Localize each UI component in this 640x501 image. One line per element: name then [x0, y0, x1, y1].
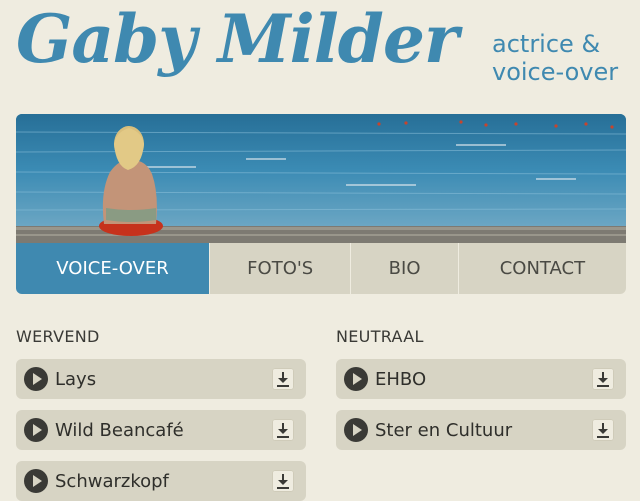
- header-banner-photo: [16, 114, 626, 244]
- subtitle-line-2: voice-over: [492, 58, 619, 86]
- play-icon[interactable]: [344, 367, 368, 391]
- play-icon[interactable]: [344, 418, 368, 442]
- download-icon[interactable]: [592, 368, 614, 390]
- audio-track-ehbo[interactable]: EHBO: [336, 359, 626, 399]
- track-label: Wild Beancafé: [55, 419, 184, 441]
- track-label: Schwarzkopf: [55, 470, 169, 492]
- nav-tab-fotos[interactable]: FOTO'S: [209, 243, 351, 294]
- site-subtitle: actrice & voice-over: [492, 30, 618, 86]
- site-title: Gaby Milder: [16, 0, 459, 78]
- audio-track-lays[interactable]: Lays: [16, 359, 306, 399]
- audio-track-ster-en-cultuur[interactable]: Ster en Cultuur: [336, 410, 626, 450]
- download-icon[interactable]: [592, 419, 614, 441]
- nav-tab-voice-over[interactable]: VOICE-OVER: [16, 243, 210, 294]
- subtitle-line-1: actrice &: [492, 30, 601, 58]
- main-nav: VOICE-OVER FOTO'S BIO CONTACT: [16, 243, 626, 294]
- nav-tab-contact[interactable]: CONTACT: [457, 243, 626, 294]
- download-icon[interactable]: [272, 419, 294, 441]
- section-title-neutraal: NEUTRAAL: [336, 327, 424, 346]
- download-icon[interactable]: [272, 470, 294, 492]
- audio-track-schwarzkopf[interactable]: Schwarzkopf: [16, 461, 306, 501]
- track-label: Ster en Cultuur: [375, 419, 513, 441]
- section-title-wervend: WERVEND: [16, 327, 100, 346]
- nav-tab-bio[interactable]: BIO: [350, 243, 458, 294]
- download-icon[interactable]: [272, 368, 294, 390]
- play-icon[interactable]: [24, 367, 48, 391]
- play-icon[interactable]: [24, 418, 48, 442]
- track-label: Lays: [55, 368, 97, 390]
- audio-track-wild-beancafe[interactable]: Wild Beancafé: [16, 410, 306, 450]
- play-icon[interactable]: [24, 469, 48, 493]
- track-label: EHBO: [375, 368, 427, 390]
